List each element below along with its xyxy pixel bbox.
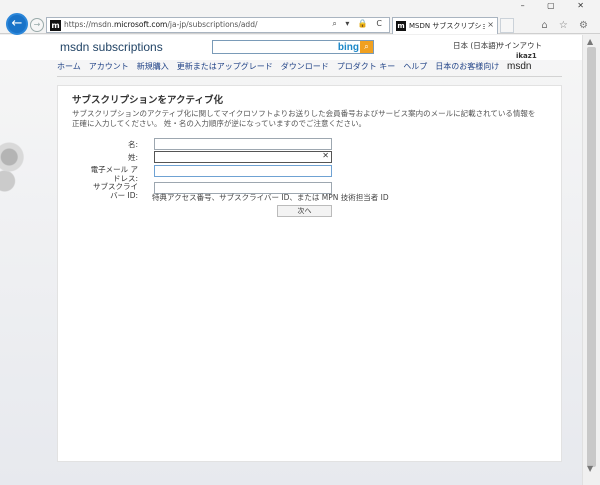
last-name-field[interactable]: ✕ xyxy=(154,151,332,163)
subscriber-id-hint: 特典アクセス番号、サブスクライバー ID、または MPN 技術担当者 ID xyxy=(152,193,389,202)
page-description: サブスクリプションのアクティブ化に関してマイクロソフトよりお送りした会員番号およ… xyxy=(72,109,536,128)
next-button[interactable]: 次へ xyxy=(277,205,332,217)
nav-item-downloads[interactable]: ダウンロード xyxy=(281,61,329,72)
tab-title: MSDN サブスクリプションをアク... xyxy=(409,22,485,30)
subscriber-label-line2: バー ID: xyxy=(110,191,138,200)
window-controls-icons[interactable]: – ▢ ✕ xyxy=(521,1,594,10)
email-label: 電子メール アドレス: xyxy=(91,165,138,183)
address-tools-icons[interactable]: ⌕ ▾ 🔒 C xyxy=(332,19,385,29)
url-text[interactable]: https://msdn.microsoft.com/ja-jp/subscri… xyxy=(64,20,258,29)
language-link[interactable]: 日本 (日本語) xyxy=(453,40,499,51)
activation-panel: サブスクリプションをアクティブ化 サブスクリプションのアクティブ化に関してマイク… xyxy=(57,85,562,462)
url-host: microsoft.com xyxy=(114,20,168,29)
tab-close-icon[interactable]: × xyxy=(487,20,494,29)
email-label-line1: 電子メール ア xyxy=(90,165,138,174)
site-favicon-icon: m xyxy=(50,20,61,31)
user-name: ikaz1 xyxy=(516,52,537,60)
background-decoration xyxy=(0,125,46,205)
site-brand[interactable]: msdn subscriptions xyxy=(60,40,163,54)
nav-item-new-purchase[interactable]: 新規購入 xyxy=(137,61,169,72)
scroll-up-icon[interactable]: ▲ xyxy=(587,37,593,46)
nav-item-home[interactable]: ホーム xyxy=(57,61,81,72)
bing-logo: bing xyxy=(337,42,359,53)
nav-item-renew-upgrade[interactable]: 更新またはアップグレード xyxy=(177,61,273,72)
window-controls[interactable]: – ▢ ✕ xyxy=(521,1,594,10)
home-favorites-settings-icons[interactable]: ⌂ ☆ ⚙ xyxy=(541,20,592,31)
page-title: サブスクリプションをアクティブ化 xyxy=(72,95,223,106)
subscriber-label-line1: サブスクライ xyxy=(93,182,138,191)
scrollbar-thumb[interactable] xyxy=(587,47,596,467)
site-header: msdn subscriptions bing ⌕ 日本 (日本語) サインアウ… xyxy=(0,35,582,60)
email-field[interactable] xyxy=(154,165,332,177)
main-nav: ホーム アカウント 新規購入 更新またはアップグレード ダウンロード プロダクト… xyxy=(57,61,562,74)
url-prefix: https://msdn. xyxy=(64,20,114,29)
address-bar[interactable]: m https://msdn.microsoft.com/ja-jp/subsc… xyxy=(46,17,390,33)
clear-input-icon[interactable]: ✕ xyxy=(322,151,329,160)
signout-link[interactable]: サインアウト xyxy=(497,40,542,51)
browser-window: ← → m https://msdn.microsoft.com/ja-jp/s… xyxy=(0,0,600,485)
tab-favicon-icon: m xyxy=(396,21,406,31)
vertical-scrollbar[interactable]: ▲ ▼ xyxy=(582,35,600,485)
msdn-logo: msdn xyxy=(507,61,532,72)
url-path: /ja-jp/subscriptions/add/ xyxy=(167,20,258,29)
browser-toolbar: ← → m https://msdn.microsoft.com/ja-jp/s… xyxy=(0,0,600,35)
scroll-down-icon[interactable]: ▼ xyxy=(587,464,593,473)
nav-divider xyxy=(57,76,562,77)
nav-item-account[interactable]: アカウント xyxy=(89,61,129,72)
nav-item-japan-customers[interactable]: 日本のお客様向け xyxy=(435,61,499,72)
search-icon[interactable]: ⌕ xyxy=(360,41,373,53)
browser-tab[interactable]: m MSDN サブスクリプションをアク... × xyxy=(392,17,498,34)
search-box[interactable]: bing ⌕ xyxy=(212,40,374,54)
subscriber-id-label: サブスクライ バー ID: xyxy=(93,182,138,200)
new-tab-button[interactable] xyxy=(500,18,514,33)
web-page: msdn subscriptions bing ⌕ 日本 (日本語) サインアウ… xyxy=(0,35,582,485)
first-name-field[interactable] xyxy=(154,138,332,150)
nav-item-help[interactable]: ヘルプ xyxy=(403,61,427,72)
nav-item-product-keys[interactable]: プロダクト キー xyxy=(337,61,396,72)
back-button[interactable]: ← xyxy=(6,13,28,35)
last-name-label: 姓: xyxy=(127,153,138,162)
forward-button[interactable]: → xyxy=(30,18,44,32)
first-name-label: 名: xyxy=(127,140,138,149)
